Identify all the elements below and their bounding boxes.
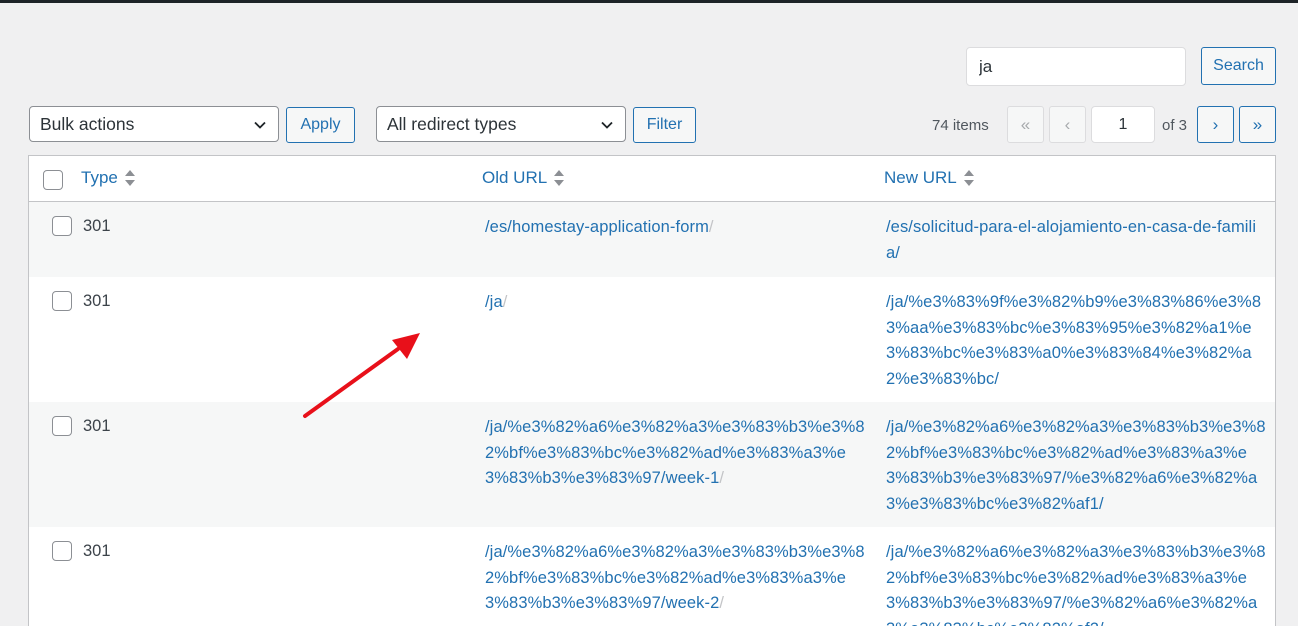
row-checkbox[interactable] [52, 541, 72, 561]
red-arrow-annotation [303, 333, 420, 418]
column-new-url-label: New URL [884, 168, 957, 187]
table-row: 301 /es/homestay-application-form/ /es/s… [29, 202, 1275, 277]
bulk-actions-select[interactable]: Bulk actions [29, 106, 279, 142]
row-checkbox[interactable] [52, 291, 72, 311]
old-url-text: /ja/%e3%82%a6%e3%82%a3%e3%83%b3%e3%82%bf… [485, 543, 865, 612]
sort-icon [963, 170, 974, 186]
trailing-slash: / [708, 218, 714, 236]
row-type: 301 [83, 542, 111, 560]
trailing-slash: / [502, 293, 508, 311]
old-url-link[interactable]: /ja/%e3%82%a6%e3%82%a3%e3%83%b3%e3%82%bf… [485, 540, 865, 617]
table-row: 301 /ja/%e3%82%a6%e3%82%a3%e3%83%b3%e3%8… [29, 402, 1275, 527]
column-new-url-header[interactable]: New URL [884, 168, 975, 188]
old-url-link[interactable]: /es/homestay-application-form/ [485, 215, 865, 241]
row-checkbox[interactable] [52, 416, 72, 436]
last-page-button[interactable]: » [1239, 106, 1276, 143]
apply-button[interactable]: Apply [286, 107, 355, 143]
trailing-slash: / [719, 469, 725, 487]
redirects-table: Type Old URL New URL 301 /es/homestay-ap… [28, 155, 1276, 626]
new-url-link[interactable]: /es/solicitud-para-el-alojamiento-en-cas… [886, 215, 1266, 266]
table-row: 301 /ja/%e3%82%a6%e3%82%a3%e3%83%b3%e3%8… [29, 527, 1275, 626]
old-url-link[interactable]: /ja/ [485, 290, 865, 316]
table-row: 301 /ja/ /ja/%e3%83%9f%e3%82%b9%e3%83%86… [29, 277, 1275, 402]
column-type-header[interactable]: Type [81, 168, 136, 188]
new-url-link[interactable]: /ja/%e3%82%a6%e3%82%a3%e3%83%b3%e3%82%bf… [886, 540, 1266, 626]
prev-page-button: ‹ [1049, 106, 1086, 143]
new-url-link[interactable]: /ja/%e3%82%a6%e3%82%a3%e3%83%b3%e3%82%bf… [886, 415, 1266, 517]
row-checkbox[interactable] [52, 216, 72, 236]
items-count: 74 items [932, 117, 989, 134]
sort-icon [124, 170, 135, 186]
old-url-text: /es/homestay-application-form [485, 218, 709, 236]
total-pages: of 3 [1162, 117, 1188, 134]
current-page-input[interactable] [1091, 106, 1155, 143]
old-url-link[interactable]: /ja/%e3%82%a6%e3%82%a3%e3%83%b3%e3%82%bf… [485, 415, 865, 492]
old-url-text: /ja/%e3%82%a6%e3%82%a3%e3%83%b3%e3%82%bf… [485, 418, 865, 487]
bulk-actions-selected: Bulk actions [40, 113, 135, 134]
old-url-text: /ja [485, 293, 503, 311]
row-type: 301 [83, 217, 111, 235]
chevron-down-icon [601, 121, 613, 129]
admin-top-bar [0, 0, 1298, 3]
trailing-slash: / [719, 594, 725, 612]
table-header: Type Old URL New URL [29, 156, 1275, 202]
search-input[interactable] [966, 47, 1186, 86]
row-type: 301 [83, 417, 111, 435]
new-url-link[interactable]: /ja/%e3%83%9f%e3%82%b9%e3%83%86%e3%83%aa… [886, 290, 1266, 392]
column-type-label: Type [81, 168, 118, 187]
row-type: 301 [83, 292, 111, 310]
select-all-checkbox[interactable] [43, 170, 63, 190]
redirect-types-select[interactable]: All redirect types [376, 106, 626, 142]
column-old-url-label: Old URL [482, 168, 548, 187]
redirect-types-selected: All redirect types [387, 113, 517, 134]
first-page-button: « [1007, 106, 1044, 143]
column-old-url-header[interactable]: Old URL [482, 168, 565, 188]
chevron-down-icon [254, 121, 266, 129]
search-button[interactable]: Search [1201, 47, 1276, 85]
sort-icon [554, 170, 565, 186]
next-page-button[interactable]: › [1197, 106, 1234, 143]
filter-button[interactable]: Filter [633, 107, 696, 143]
